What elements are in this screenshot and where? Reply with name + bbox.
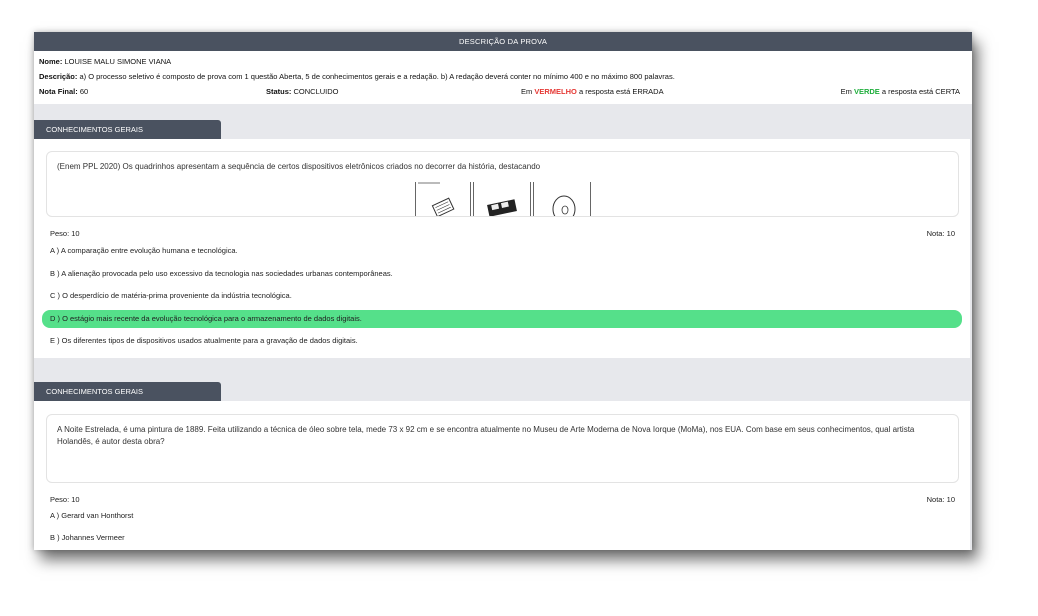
answer-option-c[interactable]: C ) O desperdício de matéria-prima prove… — [42, 287, 962, 305]
name-line: Nome: LOUISE MALU SIMONE VIANA — [39, 57, 171, 66]
question-section-1: (Enem PPL 2020) Os quadrinhos apresentam… — [34, 139, 970, 358]
legend-wrong-keyword: VERMELHO — [534, 87, 577, 96]
name-label: Nome: — [39, 57, 63, 66]
answer-option-e[interactable]: E ) Os diferentes tipos de dispositivos … — [42, 332, 962, 350]
status-label: Status: — [266, 87, 292, 96]
section-tab-general-knowledge-1: CONHECIMENTOS GERAIS — [34, 120, 221, 139]
description-value: a) O processo seletivo é composto de pro… — [79, 72, 675, 81]
legend-right-prefix: Em — [840, 87, 852, 96]
question-grade-1: Nota: 10 — [926, 229, 955, 238]
answer-option-b[interactable]: B ) A alienação provocada pelo uso exces… — [42, 265, 962, 283]
description-label: Descrição: — [39, 72, 78, 81]
comic-panel-3 — [533, 182, 591, 216]
comic-panel-1 — [415, 182, 471, 216]
question-box-2: A Noite Estrelada, é uma pintura de 1889… — [46, 414, 959, 483]
section-tab-general-knowledge-2: CONHECIMENTOS GERAIS — [34, 382, 221, 401]
legend-right: Em VERDE a resposta está CERTA — [841, 87, 960, 96]
legend-right-suffix: a resposta está CERTA — [881, 87, 960, 96]
comic-panel-2 — [473, 182, 531, 216]
answer-option-a[interactable]: A ) A comparação entre evolução humana e… — [42, 242, 962, 260]
question-text-1: (Enem PPL 2020) Os quadrinhos apresentam… — [57, 162, 541, 171]
description-line: Descrição: a) O processo seletivo é comp… — [39, 72, 675, 81]
status-value: CONCLUIDO — [293, 87, 339, 96]
answer-option-a-2[interactable]: A ) Gerard van Honthorst — [42, 507, 962, 525]
legend-wrong: Em VERMELHO a resposta está ERRADA — [521, 87, 664, 96]
question-weight-1: Peso: 10 — [50, 229, 80, 238]
exam-description-card: DESCRIÇÃO DA PROVA Nome: LOUISE MALU SIM… — [34, 32, 972, 104]
final-grade-label: Nota Final: — [39, 87, 78, 96]
legend-wrong-suffix: a resposta está ERRADA — [578, 87, 664, 96]
final-grade: Nota Final: 60 — [39, 87, 88, 96]
final-grade-value: 60 — [79, 87, 89, 96]
exam-window: DESCRIÇÃO DA PROVA Nome: LOUISE MALU SIM… — [34, 32, 972, 550]
compact-disc-icon — [552, 195, 576, 216]
comic-strip-image — [415, 182, 593, 216]
name-value: LOUISE MALU SIMONE VIANA — [64, 57, 172, 66]
question-weight-2: Peso: 10 — [50, 495, 80, 504]
question-section-2: A Noite Estrelada, é uma pintura de 1889… — [34, 401, 970, 550]
answer-option-b-2[interactable]: B ) Johannes Vermeer — [42, 529, 962, 547]
answer-option-d-correct[interactable]: D ) O estágio mais recente da evolução t… — [42, 310, 962, 328]
question-box-1: (Enem PPL 2020) Os quadrinhos apresentam… — [46, 151, 959, 217]
status: Status: CONCLUIDO — [266, 87, 339, 96]
cassette-icon — [418, 182, 455, 216]
question-grade-2: Nota: 10 — [926, 495, 955, 504]
legend-wrong-prefix: Em — [521, 87, 533, 96]
question-text-2: A Noite Estrelada, é uma pintura de 1889… — [57, 425, 915, 446]
legend-right-keyword: VERDE — [853, 87, 880, 96]
description-header: DESCRIÇÃO DA PROVA — [34, 32, 972, 51]
floppy-disk-icon — [487, 199, 517, 216]
